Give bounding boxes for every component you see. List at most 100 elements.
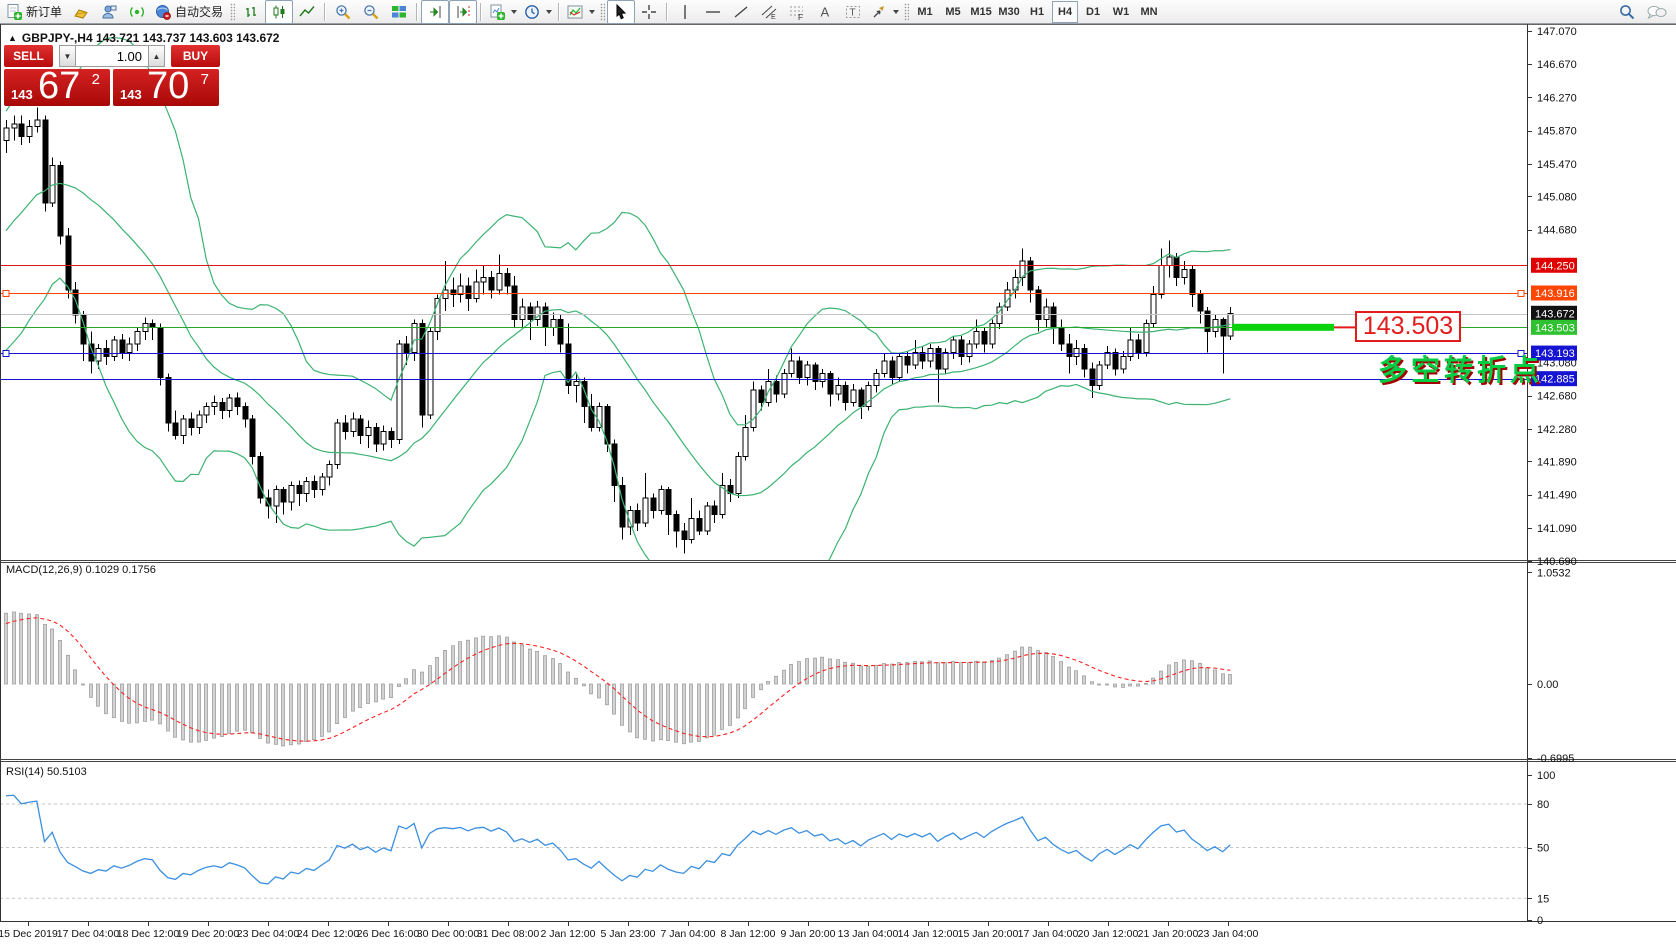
timeframe-button-H4[interactable]: H4 <box>1052 1 1078 23</box>
crosshair-button[interactable] <box>635 0 663 24</box>
svg-text:144.680: 144.680 <box>1537 225 1577 237</box>
cursor-button[interactable] <box>607 0 635 24</box>
chat-icon[interactable] <box>1646 3 1668 21</box>
zoom-out-button[interactable] <box>357 0 385 24</box>
auto-scroll-icon <box>426 3 444 21</box>
svg-text:7 Jan 04:00: 7 Jan 04:00 <box>661 928 716 940</box>
vertical-line-button[interactable] <box>671 0 699 24</box>
svg-text:2 Jan 12:00: 2 Jan 12:00 <box>541 928 596 940</box>
fibonacci-icon: F <box>788 3 806 21</box>
new-order-button[interactable]: 新订单 <box>2 0 67 24</box>
gold-bar-icon <box>72 3 90 21</box>
auto-trading-button[interactable]: 自动交易 <box>151 0 228 24</box>
zoom-out-icon <box>362 3 380 21</box>
svg-text:146.670: 146.670 <box>1537 59 1577 71</box>
rsi-label: RSI(14) 50.5103 <box>6 766 87 778</box>
tile-windows-button[interactable] <box>385 0 413 24</box>
svg-text:1.0532: 1.0532 <box>1537 567 1571 579</box>
svg-text:20 Jan 12:00: 20 Jan 12:00 <box>1078 928 1139 940</box>
auto-scroll-button[interactable] <box>421 0 449 24</box>
candles-chart-button[interactable] <box>265 0 293 24</box>
horizontal-line-button[interactable] <box>699 0 727 24</box>
trendline-button[interactable] <box>727 0 755 24</box>
svg-text:8 Jan 12:00: 8 Jan 12:00 <box>721 928 776 940</box>
svg-text:21 Jan 20:00: 21 Jan 20:00 <box>1138 928 1199 940</box>
one-click-trading-panel: SELL ▼ 1.00 ▲ BUY 143 67 2 143 70 7 <box>4 45 222 106</box>
volume-input[interactable]: 1.00 <box>76 45 148 67</box>
svg-text:146.270: 146.270 <box>1537 92 1577 104</box>
channel-button[interactable]: E <box>755 0 783 24</box>
timeframe-button-M5[interactable]: M5 <box>940 1 966 23</box>
svg-text:9 Jan 20:00: 9 Jan 20:00 <box>781 928 836 940</box>
vertical-line-icon <box>676 3 694 21</box>
toolbar-separator <box>416 3 418 21</box>
periods-button[interactable] <box>520 0 555 24</box>
rsi-pane <box>0 795 1527 898</box>
main-price-pane <box>0 37 1527 599</box>
chevron-down-icon <box>893 10 899 14</box>
price-axis[interactable]: 147.070146.670146.270145.870145.470145.0… <box>1531 26 1577 927</box>
timeframe-button-M15[interactable]: M15 <box>968 1 994 23</box>
svg-text:13 Jan 04:00: 13 Jan 04:00 <box>838 928 899 940</box>
svg-text:30 Dec 00:00: 30 Dec 00:00 <box>417 928 480 940</box>
price-annotation-box[interactable]: 143.503 <box>1355 311 1461 342</box>
profile-button[interactable] <box>95 0 123 24</box>
svg-text:31 Dec 08:00: 31 Dec 08:00 <box>477 928 540 940</box>
timeframe-button-D1[interactable]: D1 <box>1080 1 1106 23</box>
buy-price-button[interactable]: 143 70 7 <box>113 69 219 106</box>
bars-chart-button[interactable] <box>237 0 265 24</box>
collapse-panel-icon[interactable]: ▲ <box>8 33 17 43</box>
new-order-icon <box>5 3 23 21</box>
chart-area[interactable]: 147.070146.670146.270145.870145.470145.0… <box>0 24 1676 947</box>
svg-text:17 Jan 04:00: 17 Jan 04:00 <box>1018 928 1079 940</box>
cursor-icon <box>612 3 630 21</box>
svg-text:15 Jan 20:00: 15 Jan 20:00 <box>958 928 1019 940</box>
svg-text:80: 80 <box>1537 799 1549 811</box>
svg-text:F: F <box>798 13 803 21</box>
buy-button[interactable]: BUY <box>171 45 220 67</box>
auto-trading-label: 自动交易 <box>175 3 225 20</box>
new-chart-button[interactable] <box>485 0 520 24</box>
zoom-in-button[interactable] <box>329 0 357 24</box>
line-chart-button[interactable] <box>293 0 321 24</box>
toolbar: 新订单 自动交易 <box>0 0 1676 24</box>
trendline-icon <box>732 3 750 21</box>
volume-increase-button[interactable]: ▲ <box>148 45 165 67</box>
svg-text:T: T <box>850 7 856 18</box>
timeframe-button-M30[interactable]: M30 <box>996 1 1022 23</box>
timeframe-button-H1[interactable]: H1 <box>1024 1 1050 23</box>
crosshair-icon <box>640 3 658 21</box>
pane-borders <box>0 24 1676 926</box>
sell-price-button[interactable]: 143 67 2 <box>4 69 110 106</box>
tile-windows-icon <box>390 3 408 21</box>
timeframe-button-M1[interactable]: M1 <box>912 1 938 23</box>
chart-shift-icon <box>454 3 472 21</box>
text-label-button[interactable]: T <box>839 0 867 24</box>
chart-shift-button[interactable] <box>449 0 477 24</box>
turning-point-annotation[interactable]: 多空转折点 <box>1378 347 1543 389</box>
search-icon[interactable] <box>1618 3 1636 21</box>
signals-button[interactable] <box>123 0 151 24</box>
volume-decrease-button[interactable]: ▼ <box>59 45 76 67</box>
arrows-button[interactable] <box>867 0 902 24</box>
fibonacci-button[interactable]: F <box>783 0 811 24</box>
indicators-icon <box>566 3 584 21</box>
chevron-down-icon <box>511 10 517 14</box>
macd-label: MACD(12,26,9) 0.1029 0.1756 <box>6 564 156 576</box>
timeframe-button-W1[interactable]: W1 <box>1108 1 1134 23</box>
svg-text:142.680: 142.680 <box>1537 391 1577 403</box>
timeframe-button-MN[interactable]: MN <box>1136 1 1162 23</box>
chevron-down-icon <box>546 10 552 14</box>
sell-price-sup: 2 <box>92 71 100 88</box>
svg-text:145.870: 145.870 <box>1537 126 1577 138</box>
chart-canvas[interactable]: 147.070146.670146.270145.870145.470145.0… <box>0 24 1676 947</box>
market-button[interactable] <box>67 0 95 24</box>
toolbar-separator <box>666 3 668 21</box>
text-button[interactable]: A <box>811 0 839 24</box>
time-axis[interactable]: 15 Dec 201917 Dec 04:0018 Dec 12:0019 De… <box>0 928 1259 940</box>
svg-text:143.916: 143.916 <box>1535 288 1575 300</box>
svg-text:142.280: 142.280 <box>1537 424 1577 436</box>
indicators-button[interactable] <box>563 0 598 24</box>
sell-button[interactable]: SELL <box>4 45 53 67</box>
line-chart-icon <box>298 3 316 21</box>
